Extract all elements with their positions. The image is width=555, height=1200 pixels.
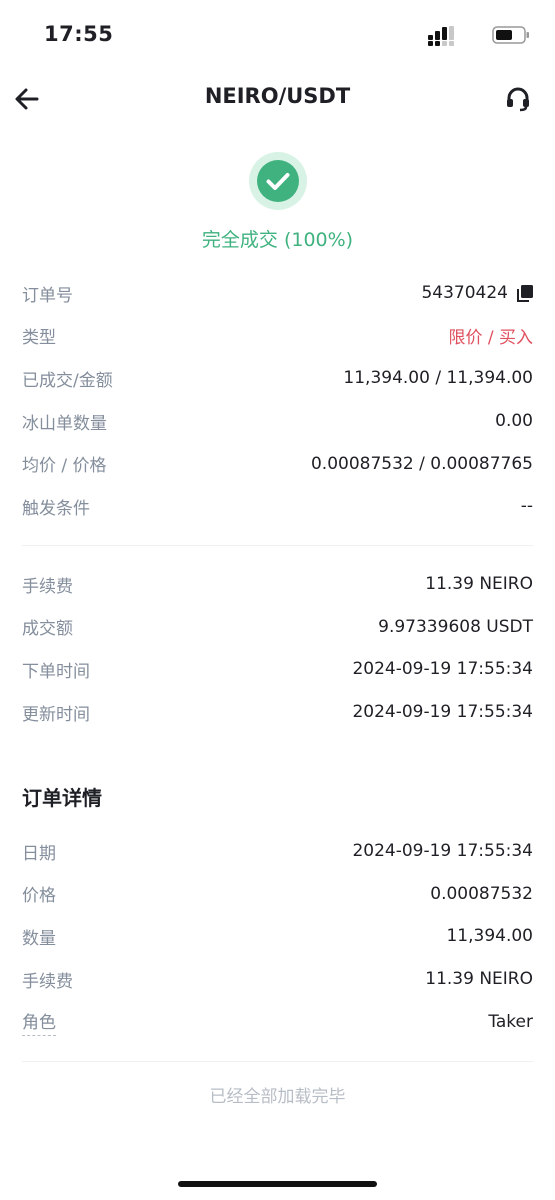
create-time-label: 下单时间 xyxy=(22,661,90,682)
order-status-text: 完全成交 (100%) xyxy=(201,229,354,251)
load-complete-text: 已经全部加载完毕 xyxy=(209,1087,346,1107)
order-details-title: 订单详情 xyxy=(22,786,102,810)
detail-price-value: 0.00087532 xyxy=(430,883,533,904)
detail-date-value: 2024-09-19 17:55:34 xyxy=(352,841,533,862)
status-time: 17:55 xyxy=(44,22,114,46)
trigger-condition-row: 触发条件 -- xyxy=(22,485,533,528)
turnover-label: 成交额 xyxy=(22,619,73,640)
filled-amount-row: 已成交/金额 11,394.00 / 11,394.00 xyxy=(22,357,533,400)
copy-icon[interactable] xyxy=(517,284,533,302)
fee-value: 11.39 NEIRO xyxy=(425,574,533,595)
home-indicator[interactable] xyxy=(178,1181,377,1187)
detail-date-row: 日期 2024-09-19 17:55:34 xyxy=(22,830,533,873)
turnover-row: 成交额 9.97339608 USDT xyxy=(22,606,533,649)
iceberg-qty-row: 冰山单数量 0.00 xyxy=(22,400,533,443)
trigger-condition-value: -- xyxy=(520,496,533,517)
fee-row: 手续费 11.39 NEIRO xyxy=(22,563,533,606)
update-time-value: 2024-09-19 17:55:34 xyxy=(352,702,533,723)
order-details-section: 日期 2024-09-19 17:55:34 价格 0.00087532 数量 … xyxy=(22,830,533,1043)
turnover-value: 9.97339608 USDT xyxy=(378,616,533,637)
update-time-label: 更新时间 xyxy=(22,704,90,725)
iceberg-qty-value: 0.00 xyxy=(495,411,533,432)
headset-icon[interactable] xyxy=(504,85,532,113)
order-id-value: 54370424 xyxy=(421,283,533,303)
order-type-value: 限价 / 买入 xyxy=(448,328,533,349)
signal-icon xyxy=(428,26,454,46)
trigger-condition-label: 触发条件 xyxy=(22,498,90,519)
filled-amount-value: 11,394.00 / 11,394.00 xyxy=(343,368,533,389)
footer-divider xyxy=(22,1061,533,1062)
detail-qty-value: 11,394.00 xyxy=(446,926,533,947)
create-time-row: 下单时间 2024-09-19 17:55:34 xyxy=(22,648,533,691)
detail-price-row: 价格 0.00087532 xyxy=(22,873,533,916)
avg-price-label: 均价 / 价格 xyxy=(22,456,107,477)
page-title: NEIRO/USDT xyxy=(204,84,351,108)
order-id-row: 订单号 54370424 xyxy=(22,272,533,315)
order-type-row: 类型 限价 / 买入 xyxy=(22,315,533,358)
iceberg-qty-label: 冰山单数量 xyxy=(22,413,107,434)
detail-qty-row: 数量 11,394.00 xyxy=(22,915,533,958)
status-bar: 17:55 xyxy=(0,0,555,70)
create-time-value: 2024-09-19 17:55:34 xyxy=(352,659,533,680)
avg-price-row: 均价 / 价格 0.00087532 / 0.00087765 xyxy=(22,442,533,485)
detail-fee-label: 手续费 xyxy=(22,971,73,992)
detail-fee-row: 手续费 11.39 NEIRO xyxy=(22,958,533,1001)
detail-qty-label: 数量 xyxy=(22,928,56,949)
battery-icon xyxy=(492,26,529,44)
detail-role-value: Taker xyxy=(488,1011,533,1032)
order-id-label: 订单号 xyxy=(22,285,73,306)
check-circle-icon xyxy=(249,152,307,210)
detail-role-row: 角色 Taker xyxy=(22,1000,533,1043)
update-time-row: 更新时间 2024-09-19 17:55:34 xyxy=(22,691,533,734)
fee-info-section: 手续费 11.39 NEIRO 成交额 9.97339608 USDT 下单时间… xyxy=(22,563,533,733)
detail-date-label: 日期 xyxy=(22,843,56,864)
order-id-text: 54370424 xyxy=(421,283,508,304)
avg-price-value: 0.00087532 / 0.00087765 xyxy=(310,453,533,474)
fee-label: 手续费 xyxy=(22,576,73,597)
order-info-section: 订单号 54370424 类型 限价 / 买入 已成交/金额 11,394.00… xyxy=(22,272,533,528)
divider xyxy=(22,545,533,546)
filled-amount-label: 已成交/金额 xyxy=(22,370,113,391)
nav-bar: NEIRO/USDT xyxy=(0,72,555,126)
detail-price-label: 价格 xyxy=(22,886,56,907)
detail-fee-value: 11.39 NEIRO xyxy=(425,969,533,990)
order-type-label: 类型 xyxy=(22,328,56,349)
detail-role-label[interactable]: 角色 xyxy=(22,1008,56,1036)
